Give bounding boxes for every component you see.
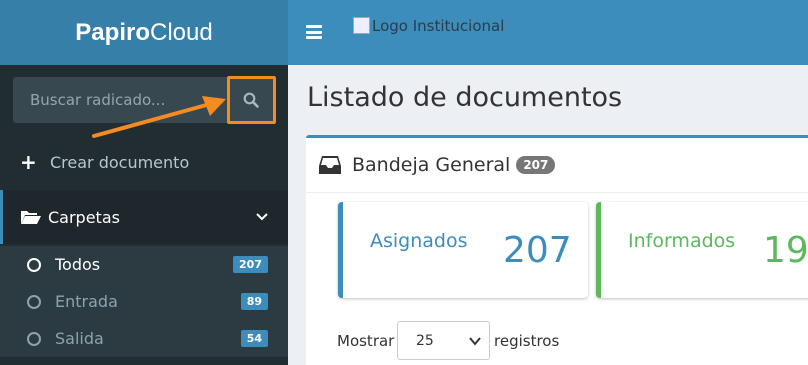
- count-badge: 89: [240, 293, 268, 310]
- length-suffix: registros: [494, 332, 560, 350]
- folder-open-icon: [21, 211, 41, 224]
- inbox-panel: Bandeja General 207 Asignados 207 Inform…: [306, 135, 808, 365]
- chevron-down-icon[interactable]: [256, 213, 268, 221]
- inbox-icon: [319, 156, 341, 174]
- create-document-label: Crear documento: [50, 152, 190, 172]
- folders-label: Carpetas: [48, 207, 120, 227]
- brand-logo[interactable]: Papiro Cloud: [0, 0, 288, 65]
- page-length-value: 25: [416, 332, 434, 349]
- circle-icon: [27, 294, 41, 309]
- stat-card-informados[interactable]: Informados 195: [596, 202, 808, 298]
- stat-label: Asignados: [370, 230, 468, 252]
- stat-value: 207: [503, 230, 572, 271]
- sidebar-item-todos[interactable]: Todos 207: [0, 246, 288, 283]
- sidebar-item-label: Salida: [55, 329, 104, 348]
- page-title: Listado de documentos: [307, 82, 623, 113]
- page-length-select[interactable]: 25: [397, 321, 490, 360]
- logo-alt-text: Logo Institucional: [372, 17, 505, 35]
- sidebar-item-folders[interactable]: Carpetas: [0, 190, 288, 244]
- sidebar-item-label: Todos: [55, 255, 101, 274]
- search-highlight-box: [227, 76, 276, 124]
- annotation-arrow: [92, 96, 226, 138]
- chevron-down-icon: [469, 337, 481, 346]
- brand-light: Cloud: [149, 18, 213, 46]
- sidebar: PapiroCloud + Crear documento Carpetas T…: [0, 0, 288, 365]
- panel-count-badge: 207: [516, 156, 556, 174]
- sidebar-item-entrada[interactable]: Entrada 89: [0, 283, 288, 320]
- broken-image-icon: [353, 17, 370, 34]
- circle-icon: [27, 257, 41, 272]
- count-badge: 54: [240, 330, 268, 347]
- stat-label: Informados: [628, 230, 736, 252]
- menu-toggle-icon[interactable]: [306, 25, 322, 39]
- brand-bold: Papiro: [75, 18, 150, 46]
- institutional-logo[interactable]: Logo Institucional: [353, 17, 504, 35]
- panel-title: Bandeja General: [352, 154, 511, 176]
- create-document-link[interactable]: + Crear documento: [0, 140, 288, 184]
- top-navbar: Logo Institucional: [288, 0, 808, 65]
- length-prefix: Mostrar: [337, 332, 395, 350]
- plus-icon: +: [20, 150, 37, 174]
- stat-value: 195: [763, 230, 808, 271]
- count-badge: 207: [233, 256, 268, 273]
- sidebar-item-salida[interactable]: Salida 54: [0, 320, 288, 357]
- circle-icon: [27, 331, 41, 346]
- panel-header: Bandeja General 207: [306, 138, 808, 193]
- sidebar-item-label: Entrada: [55, 292, 118, 311]
- stat-card-asignados[interactable]: Asignados 207: [338, 202, 588, 298]
